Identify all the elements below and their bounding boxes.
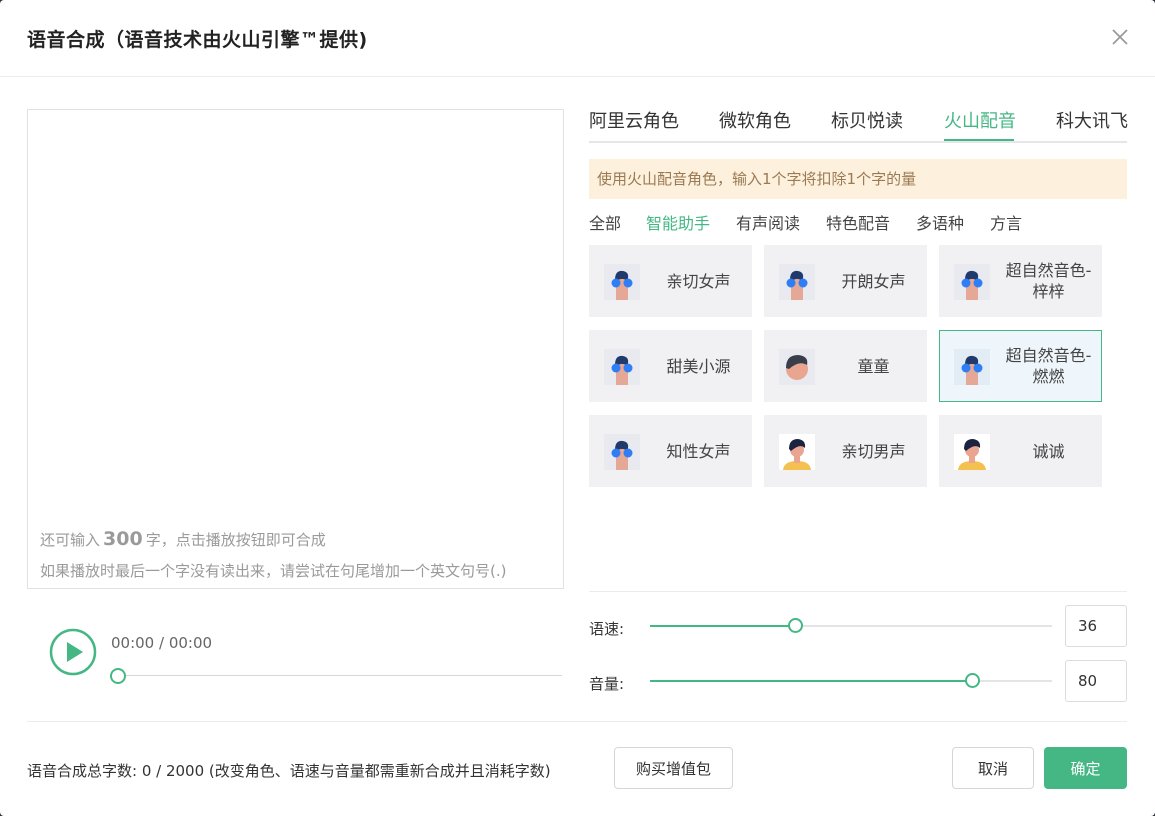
close-icon[interactable] (1108, 25, 1132, 49)
speed-slider-fill (650, 625, 795, 627)
confirm-button[interactable]: 确定 (1044, 747, 1127, 789)
female-avatar-icon (604, 349, 640, 385)
speed-input[interactable] (1065, 605, 1127, 647)
total-chars-summary: 语音合成总字数: 0 / 2000 (改变角色、语速与音量都需重新合成并且消耗字… (27, 762, 551, 780)
text-editor[interactable]: 还可输入 300 字，点击播放按钮即可合成 如果播放时最后一个字没有读出来，请尝试在… (27, 109, 567, 589)
voice-card[interactable]: 知性女声 (589, 415, 752, 487)
text-input[interactable] (28, 110, 567, 524)
speed-slider[interactable] (650, 618, 1052, 633)
voice-label: 童童 (857, 356, 890, 376)
player-progress-thumb[interactable] (110, 668, 126, 684)
male-avatar-icon (779, 434, 815, 470)
volume-slider-thumb[interactable] (965, 673, 980, 688)
tts-dialog: 语音合成（语音技术由火山引擎™提供) 还可输入 300 字，点击播放按钮即可合成 如… (0, 0, 1155, 816)
volume-input[interactable] (1065, 660, 1127, 702)
female-avatar-icon (954, 349, 990, 385)
tab-biaobei[interactable]: 标贝悦读 (831, 107, 903, 133)
remaining-prefix: 还可输入 (40, 531, 101, 549)
child-avatar-icon (779, 349, 815, 385)
category-multilingual[interactable]: 多语种 (916, 210, 964, 234)
volume-label: 音量: (589, 675, 625, 693)
volume-slider[interactable] (650, 673, 1052, 688)
tab-volcano[interactable]: 火山配音 (944, 107, 1016, 133)
dialog-title: 语音合成（语音技术由火山引擎™提供) (27, 29, 368, 51)
provider-tabs: 阿里云角色 微软角色 标贝悦读 火山配音 科大讯飞 (589, 100, 1128, 143)
player-progress-track[interactable] (117, 675, 562, 676)
cancel-button[interactable]: 取消 (952, 747, 1034, 789)
category-assistant[interactable]: 智能助手 (646, 210, 710, 234)
male-avatar-icon (954, 434, 990, 470)
voice-label: 开朗女声 (841, 271, 906, 291)
voice-label: 诚诚 (1032, 441, 1065, 461)
category-featured[interactable]: 特色配音 (826, 210, 890, 234)
settings-divider (589, 591, 1127, 592)
active-tab-indicator (944, 139, 1014, 141)
category-audiobook[interactable]: 有声阅读 (736, 210, 800, 234)
voice-label: 超自然音色-燃燃 (1005, 346, 1092, 386)
voice-label: 亲切男声 (841, 441, 906, 461)
category-dialect[interactable]: 方言 (990, 210, 1022, 234)
female-avatar-icon (779, 264, 815, 300)
player-time: 00:00 / 00:00 (111, 634, 213, 652)
footer-divider (27, 721, 1127, 722)
voice-card[interactable]: 超自然音色-梓梓 (939, 245, 1102, 317)
speed-label: 语速: (589, 620, 625, 638)
period-hint: 如果播放时最后一个字没有读出来，请尝试在句尾增加一个英文句号(.) (40, 562, 507, 580)
voice-card[interactable]: 亲切男声 (764, 415, 927, 487)
usage-notice: 使用火山配音角色，输入1个字将扣除1个字的量 (589, 159, 1127, 199)
voice-card[interactable]: 诚诚 (939, 415, 1102, 487)
buy-package-button[interactable]: 购买增值包 (614, 747, 733, 789)
female-avatar-icon (954, 264, 990, 300)
female-avatar-icon (604, 434, 640, 470)
speed-slider-thumb[interactable] (788, 618, 803, 633)
voice-label: 亲切女声 (666, 271, 731, 291)
voice-card[interactable]: 开朗女声 (764, 245, 927, 317)
female-avatar-icon (604, 264, 640, 300)
voice-card[interactable]: 甜美小源 (589, 330, 752, 402)
voice-label: 超自然音色-梓梓 (1005, 261, 1092, 301)
voice-label: 甜美小源 (666, 356, 731, 376)
remaining-suffix: 字，点击播放按钮即可合成 (145, 531, 326, 549)
tab-aliyun[interactable]: 阿里云角色 (589, 107, 679, 133)
category-all[interactable]: 全部 (589, 210, 621, 234)
voice-card[interactable]: 亲切女声 (589, 245, 752, 317)
remaining-hint: 还可输入 300 字，点击播放按钮即可合成 (40, 528, 326, 550)
dialog-header: 语音合成（语音技术由火山引擎™提供) (0, 0, 1155, 77)
voice-label: 知性女声 (666, 441, 731, 461)
tab-iflytek[interactable]: 科大讯飞 (1056, 107, 1128, 133)
voice-card[interactable]: 童童 (764, 330, 927, 402)
volume-slider-fill (650, 680, 972, 682)
play-icon[interactable] (49, 628, 97, 676)
tab-microsoft[interactable]: 微软角色 (719, 107, 791, 133)
remaining-count: 300 (103, 528, 143, 550)
voice-card-selected[interactable]: 超自然音色-燃燃 (939, 330, 1102, 402)
